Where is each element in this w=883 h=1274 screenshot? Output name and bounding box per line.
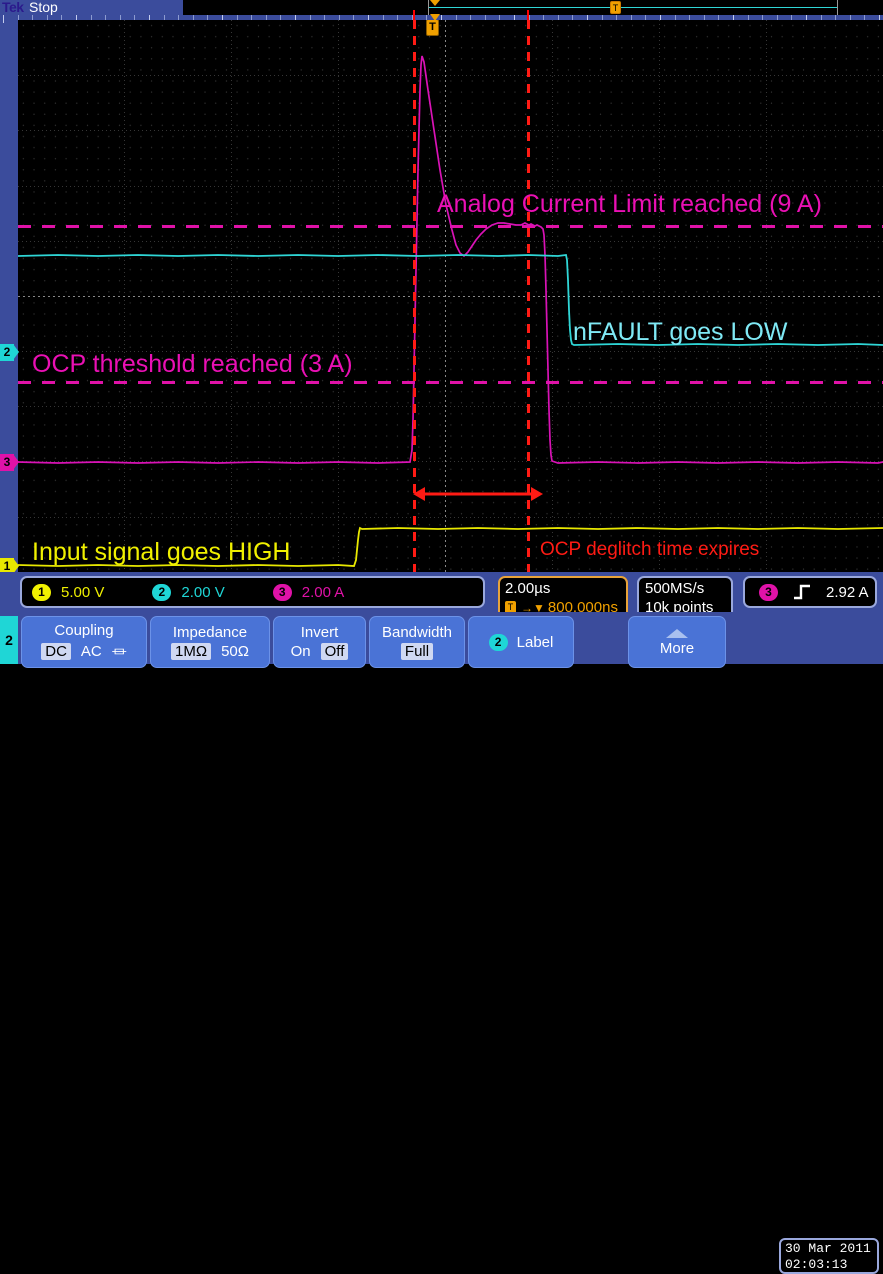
record-overview-strip[interactable]: T: [183, 0, 883, 15]
ch2-marker-label: 2: [3, 345, 11, 359]
ch2-scale-value: 2.00 V: [181, 583, 225, 601]
ruler-cursor-tick-2: [527, 10, 529, 20]
ch2-ground-marker[interactable]: 2: [0, 344, 19, 361]
bandwidth-button[interactable]: Bandwidth Full: [369, 616, 465, 668]
coupling-options[interactable]: DC AC ⏛: [41, 641, 127, 662]
bandwidth-title: Bandwidth: [381, 624, 453, 641]
waveform-graticule[interactable]: T Analog Current Limit reached (9 A) OCP…: [18, 20, 883, 572]
ch1-scale-group[interactable]: 1 5.00 V: [32, 583, 105, 601]
impedance-button[interactable]: Impedance 1MΩ 50Ω: [150, 616, 270, 668]
active-channel-tab[interactable]: 2: [0, 616, 18, 664]
impedance-options[interactable]: 1MΩ 50Ω: [171, 643, 249, 660]
coupling-option-ac[interactable]: AC: [81, 643, 102, 660]
invert-button[interactable]: Invert On Off: [273, 616, 366, 668]
sample-rate-value: 500MS/s: [645, 580, 705, 597]
coupling-button[interactable]: Coupling DC AC ⏛: [21, 616, 147, 668]
invert-option-on[interactable]: On: [291, 643, 311, 660]
label-channel-chip: 2: [488, 633, 508, 651]
ruler-cursor-tick-1: [413, 10, 415, 20]
ch3-chip: 3: [272, 583, 292, 601]
bandwidth-option-full[interactable]: Full: [400, 643, 434, 660]
record-waveform-trace: [429, 7, 837, 8]
invert-title: Invert: [300, 624, 339, 641]
ch3-marker-label: 3: [3, 455, 11, 469]
run-state-label: Stop: [29, 0, 58, 15]
ch3-scale-value: 2.00 A: [301, 583, 345, 601]
ch2-scale-group[interactable]: 2 2.00 V: [152, 583, 225, 601]
ch3-current-trace: [18, 55, 883, 464]
ch3-scale-group[interactable]: 3 2.00 A: [272, 583, 345, 601]
record-position-marker-top: [430, 0, 440, 6]
deglitch-measure-arrow: [413, 487, 543, 501]
chevron-up-icon: [666, 629, 688, 638]
more-button[interactable]: More: [628, 616, 726, 668]
impedance-title: Impedance: [172, 624, 248, 641]
ch2-chip: 2: [152, 583, 172, 601]
invert-options[interactable]: On Off: [291, 643, 349, 660]
impedance-option-50ohm[interactable]: 50Ω: [221, 643, 249, 660]
label-button[interactable]: 2 Label: [468, 616, 574, 668]
trigger-source-chip: 3: [759, 583, 778, 601]
annotation-ocp-threshold: OCP threshold reached (3 A): [32, 350, 353, 378]
annotation-nfault-low: nFAULT goes LOW: [573, 318, 788, 346]
coupling-title: Coupling: [54, 622, 114, 639]
tek-logo: Tek: [2, 0, 24, 15]
ch3-ground-marker[interactable]: 3: [0, 454, 19, 471]
more-label: More: [659, 640, 695, 657]
rising-edge-icon: [794, 584, 810, 600]
trigger-settings-box[interactable]: 3 2.92 A: [743, 576, 877, 608]
annotation-analog-limit: Analog Current Limit reached (9 A): [437, 190, 822, 218]
measurement-readout-bar: 1 5.00 V 2 2.00 V 3 2.00 A 2.00µs T →▼ 8…: [0, 572, 883, 620]
date-value: 30 Mar 2011: [785, 1241, 871, 1256]
bottom-menu-bar: 2 Coupling DC AC ⏛ Impedance 1MΩ 50Ω Inv…: [0, 612, 883, 1274]
ch1-chip: 1: [32, 583, 51, 601]
top-status-bar: Tek Stop T: [0, 0, 883, 15]
ruler-tick: [3, 15, 4, 23]
coupling-option-dc[interactable]: DC: [41, 643, 71, 660]
label-title: Label: [516, 633, 554, 651]
datetime-display: 30 Mar 2011 02:03:13: [779, 1238, 879, 1274]
channel-scales-box[interactable]: 1 5.00 V 2 2.00 V 3 2.00 A: [20, 576, 485, 608]
annotation-deglitch-line1: OCP deglitch time expires: [540, 539, 760, 560]
invert-option-off[interactable]: Off: [320, 643, 349, 660]
ground-icon[interactable]: ⏛: [112, 641, 127, 662]
trigger-level-value: 2.92 A: [826, 583, 869, 601]
record-trigger-marker[interactable]: T: [610, 1, 621, 14]
time-per-division: 2.00µs: [505, 580, 551, 597]
ch1-scale-value: 5.00 V: [61, 583, 105, 601]
trigger-position-badge[interactable]: T: [426, 20, 439, 36]
impedance-option-1meg[interactable]: 1MΩ: [171, 643, 212, 660]
time-value: 02:03:13: [785, 1257, 848, 1272]
bandwidth-options[interactable]: Full: [400, 643, 434, 660]
annotation-deglitch-time: OCP deglitch time expires (~2.5 us): [540, 490, 759, 572]
annotation-input-high: Input signal goes HIGH: [32, 538, 291, 566]
